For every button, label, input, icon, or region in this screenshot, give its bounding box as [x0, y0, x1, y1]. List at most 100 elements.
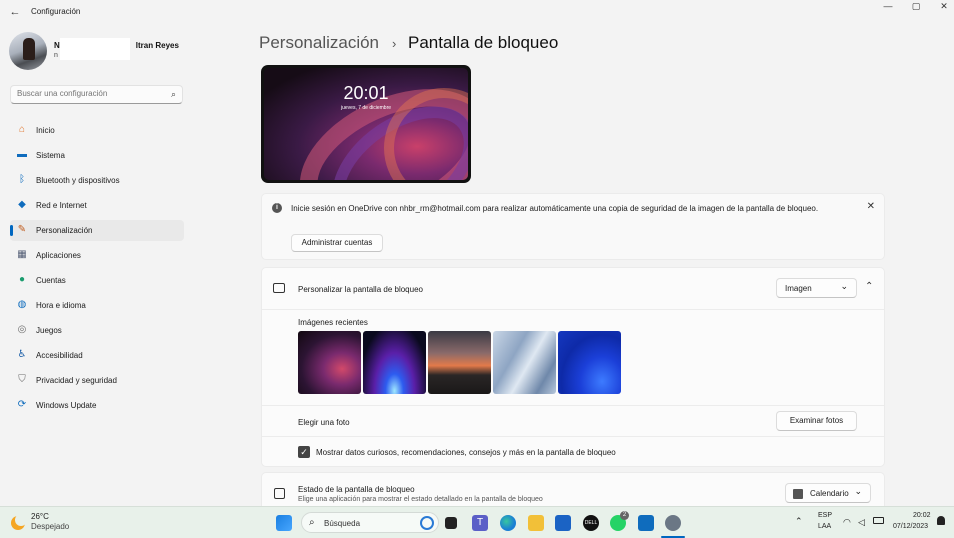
whatsapp-badge: 2 — [620, 511, 629, 520]
user-email: n — [54, 52, 58, 59]
sidebar-item-label: Bluetooth y dispositivos — [36, 176, 120, 185]
calendar-icon — [793, 489, 803, 499]
bluetooth-icon: ᛒ — [19, 174, 25, 185]
sidebar-item-privacidad-y-seguridad[interactable]: ⛉ Privacidad y seguridad — [10, 370, 184, 391]
background-type-dropdown[interactable]: Imagen ⌄ — [776, 278, 857, 298]
weather-desc[interactable]: Despejado — [31, 522, 69, 531]
recent-images-label: Imágenes recientes — [298, 318, 368, 327]
sidebar-item-personalización[interactable]: ✎ Personalización — [10, 220, 184, 241]
recent-image-4[interactable] — [493, 331, 556, 394]
taskbar: 26°C Despejado ⌕ Búsqueda T DELL 2 ⌃ ESP… — [0, 506, 954, 538]
preview-date: jueves, 7 de diciembre — [340, 105, 392, 111]
maximize-button[interactable]: ▢ — [901, 0, 931, 14]
sidebar-item-label: Privacidad y seguridad — [36, 376, 117, 385]
outlook-icon[interactable] — [638, 515, 654, 531]
language-bottom[interactable]: LAA — [818, 523, 831, 530]
avatar[interactable] — [9, 32, 47, 70]
battery-icon[interactable] — [873, 517, 884, 524]
weather-temp[interactable]: 26°C — [31, 512, 49, 521]
redaction-box — [60, 38, 130, 60]
preview-time: 20:01 — [343, 83, 389, 103]
back-arrow-icon[interactable]: ← — [8, 5, 22, 19]
sidebar-item-juegos[interactable]: ◎ Juegos — [10, 320, 184, 341]
status-app-dropdown[interactable]: Calendario ⌄ — [785, 483, 871, 503]
system-icon: ▬ — [17, 149, 27, 160]
gamepad-icon: ◎ — [17, 324, 27, 335]
apps-icon: ▦ — [17, 249, 27, 260]
tray-chevron-icon[interactable]: ⌃ — [795, 516, 803, 527]
sidebar-item-accesibilidad[interactable]: ♿ Accesibilidad — [10, 345, 184, 366]
search-icon[interactable]: ⌕ — [171, 89, 176, 100]
sidebar-item-label: Hora e idioma — [36, 301, 86, 310]
chevron-down-icon: ⌄ — [840, 281, 848, 291]
info-message: Inicie sesión en OneDrive con nhbr_rm@ho… — [291, 204, 819, 213]
sidebar-item-aplicaciones[interactable]: ▦ Aplicaciones — [10, 245, 184, 266]
sidebar-item-label: Red e Internet — [36, 201, 87, 210]
sidebar-item-label: Aplicaciones — [36, 251, 81, 260]
sidebar-item-label: Juegos — [36, 326, 62, 335]
close-button[interactable]: ✕ — [929, 0, 954, 14]
close-icon[interactable]: ✕ — [867, 201, 875, 212]
sidebar-item-cuentas[interactable]: ● Cuentas — [10, 270, 184, 291]
sidebar-item-label: Inicio — [36, 126, 55, 135]
page-title: Pantalla de bloqueo — [408, 33, 559, 52]
search-box[interactable]: ⌕ — [10, 85, 183, 104]
globe-clock-icon: ◍ — [17, 299, 27, 310]
windows-start-icon[interactable] — [276, 515, 292, 531]
fun-facts-label: Mostrar datos curiosos, recomendaciones,… — [316, 448, 616, 457]
dropdown-value: Imagen — [785, 284, 812, 293]
status-icon — [274, 488, 285, 499]
language-top[interactable]: ESP — [818, 512, 832, 519]
sidebar-item-sistema[interactable]: ▬ Sistema — [10, 145, 184, 166]
network-icon: ◆ — [18, 199, 26, 210]
choose-photo-label: Elegir una foto — [298, 418, 350, 427]
settings-gear-icon[interactable] — [665, 515, 681, 531]
update-icon: ⟳ — [17, 399, 27, 410]
info-icon: i — [272, 203, 282, 213]
minimize-button[interactable]: — — [873, 0, 903, 14]
sidebar-item-label: Personalización — [36, 226, 93, 235]
bing-icon — [420, 516, 434, 530]
notification-bell-icon[interactable] — [937, 516, 945, 525]
status-dropdown-value: Calendario — [810, 489, 849, 498]
window-title: Configuración — [31, 7, 81, 16]
title-bar: ← Configuración — ▢ ✕ — [0, 0, 954, 24]
sidebar-item-bluetooth-y-dispositivos[interactable]: ᛒ Bluetooth y dispositivos — [10, 170, 184, 191]
dell-icon[interactable]: DELL — [583, 515, 599, 531]
file-explorer-icon[interactable] — [528, 515, 544, 531]
sidebar-item-label: Cuentas — [36, 276, 66, 285]
search-icon: ⌕ — [309, 517, 315, 528]
personalize-title: Personalizar la pantalla de bloqueo — [298, 285, 423, 294]
recent-image-2[interactable] — [363, 331, 426, 394]
taskbar-search[interactable]: ⌕ Búsqueda — [301, 512, 439, 533]
teams-icon[interactable]: T — [472, 515, 488, 531]
shield-icon: ⛉ — [18, 374, 26, 385]
taskbar-search-label: Búsqueda — [324, 519, 361, 528]
sidebar-item-label: Accesibilidad — [36, 351, 83, 360]
onedrive-info-bar: i Inicie sesión en OneDrive con nhbr_rm@… — [261, 193, 885, 260]
clock-date[interactable]: 07/12/2023 — [893, 523, 928, 530]
volume-icon[interactable]: ◁ — [858, 517, 865, 528]
search-input[interactable] — [17, 89, 157, 98]
weather-moon-icon[interactable] — [11, 514, 27, 530]
wifi-icon[interactable]: ◠ — [843, 517, 851, 528]
brush-icon: ✎ — [17, 224, 27, 235]
manage-accounts-button[interactable]: Administrar cuentas — [291, 234, 383, 252]
chevron-up-icon[interactable]: ⌃ — [865, 281, 873, 292]
browse-photos-button[interactable]: Examinar fotos — [776, 411, 857, 431]
clock-time[interactable]: 20:02 — [913, 512, 931, 519]
edge-icon[interactable] — [500, 515, 516, 531]
breadcrumb-parent[interactable]: Personalización — [259, 33, 379, 53]
sidebar-item-label: Sistema — [36, 151, 65, 160]
recent-image-1[interactable] — [298, 331, 361, 394]
status-subtitle: Elige una aplicación para mostrar el est… — [298, 496, 543, 503]
fun-facts-checkbox[interactable]: ✓ — [298, 446, 310, 458]
store-icon[interactable] — [555, 515, 571, 531]
task-view-icon[interactable] — [445, 517, 457, 529]
sidebar-item-hora-e-idioma[interactable]: ◍ Hora e idioma — [10, 295, 184, 316]
sidebar-item-windows-update[interactable]: ⟳ Windows Update — [10, 395, 184, 416]
recent-image-5[interactable] — [558, 331, 621, 394]
recent-image-3[interactable] — [428, 331, 491, 394]
sidebar-item-red-e-internet[interactable]: ◆ Red e Internet — [10, 195, 184, 216]
sidebar-item-inicio[interactable]: ⌂ Inicio — [10, 120, 184, 141]
